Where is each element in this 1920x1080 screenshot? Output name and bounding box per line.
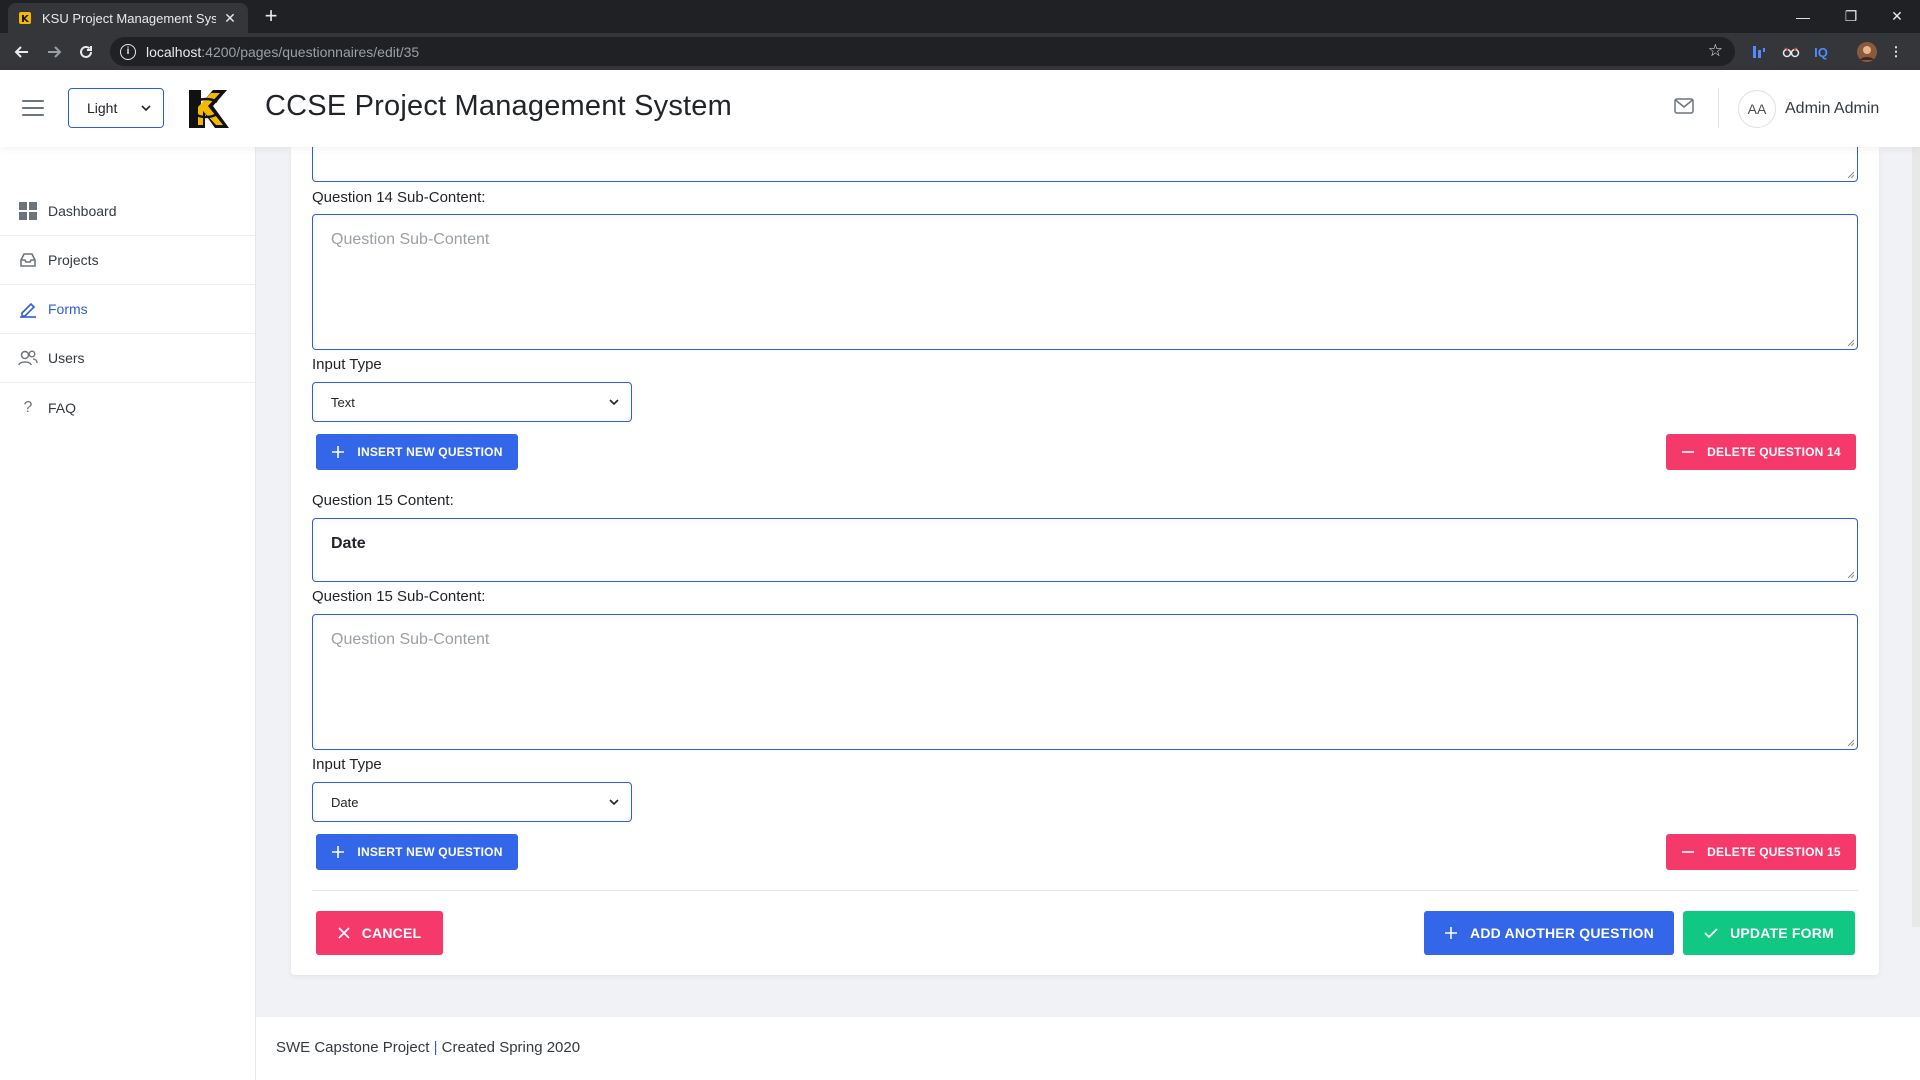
button-label: DELETE QUESTION 14 <box>1707 445 1841 459</box>
pencil-icon <box>18 299 38 319</box>
button-label: ADD ANOTHER QUESTION <box>1470 925 1654 941</box>
question-15-input-type-select[interactable]: Date <box>312 782 632 822</box>
footer: SWE Capstone Project | Created Spring 20… <box>256 1017 1920 1080</box>
inbox-icon <box>18 250 38 270</box>
browser-toolbar: i localhost:4200/pages/questionnaires/ed… <box>0 33 1920 70</box>
plus-icon <box>1444 926 1458 940</box>
theme-select[interactable]: Light <box>68 88 164 128</box>
page-scrollbar[interactable] <box>1912 147 1920 927</box>
close-icon <box>338 927 350 939</box>
minus-icon <box>1681 445 1695 459</box>
ksu-logo <box>183 84 233 134</box>
form-divider <box>312 890 1858 891</box>
browser-menu-icon[interactable]: ⋮ <box>1888 41 1904 63</box>
sidebar-item-projects[interactable]: Projects <box>0 236 255 285</box>
header-divider <box>1718 88 1719 128</box>
textarea-placeholder: Question Sub-Content <box>331 231 490 248</box>
footer-separator: | <box>433 1039 438 1056</box>
bookmark-star-icon[interactable]: ☆ <box>1708 41 1723 61</box>
theme-select-value: Light <box>87 100 118 116</box>
users-icon <box>18 348 38 368</box>
question-15-content-label: Question 15 Content: <box>312 492 454 509</box>
forward-icon[interactable] <box>41 39 67 65</box>
question-14-input-type-label: Input Type <box>312 356 382 373</box>
update-form-button[interactable]: UPDATE FORM <box>1683 911 1855 955</box>
button-label: DELETE QUESTION 15 <box>1707 845 1841 859</box>
sidebar-item-users[interactable]: Users <box>0 334 255 383</box>
tab-close-icon[interactable]: ✕ <box>222 10 238 27</box>
resize-grip-icon <box>1847 339 1855 347</box>
ksu-favicon-icon: K <box>18 11 32 25</box>
question-14-sub-label: Question 14 Sub-Content: <box>312 189 486 206</box>
check-icon <box>1704 927 1718 939</box>
sidebar-item-faq[interactable]: ? FAQ <box>0 383 255 432</box>
question-15-content-textarea[interactable]: Date <box>312 518 1858 582</box>
cancel-button[interactable]: CANCEL <box>316 911 443 955</box>
user-name[interactable]: Admin Admin <box>1785 100 1879 118</box>
plus-icon <box>331 845 345 859</box>
address-bar[interactable]: i localhost:4200/pages/questionnaires/ed… <box>110 37 1735 66</box>
svg-text:K: K <box>21 14 30 25</box>
avatar[interactable]: AA <box>1738 90 1776 128</box>
button-label: UPDATE FORM <box>1730 925 1834 941</box>
chevron-down-icon <box>609 799 619 805</box>
window-close-icon[interactable]: ✕ <box>1874 0 1920 33</box>
grid-icon <box>18 201 38 221</box>
footer-created: Created Spring 2020 <box>441 1039 581 1056</box>
reload-icon[interactable] <box>73 39 99 65</box>
sidebar-item-label: Forms <box>48 301 88 317</box>
sidebar: Dashboard Projects Forms Users ? FAQ <box>0 147 256 1080</box>
app-title: CCSE Project Management System <box>265 90 732 122</box>
restore-icon[interactable]: ❐ <box>1828 0 1874 33</box>
question-15-sub-label: Question 15 Sub-Content: <box>312 588 486 605</box>
plus-icon <box>331 445 345 459</box>
question-15-input-type-label: Input Type <box>312 756 382 773</box>
resize-grip-icon <box>1847 171 1855 179</box>
sidebar-item-label: Dashboard <box>48 203 117 219</box>
chevron-down-icon <box>141 105 151 111</box>
button-label: INSERT NEW QUESTION <box>357 845 503 859</box>
question-14-sub-content-textarea[interactable]: Question Sub-Content <box>312 214 1858 350</box>
sidebar-item-label: Users <box>48 350 85 366</box>
tab-title: KSU Project Management Syster <box>42 10 216 26</box>
extension-glasses-icon[interactable] <box>1780 41 1802 63</box>
menu-toggle-icon[interactable] <box>22 100 44 116</box>
insert-new-question-button[interactable]: INSERT NEW QUESTION <box>316 834 518 870</box>
extension-bars-icon[interactable] <box>1750 41 1768 63</box>
url-path: :4200/pages/questionnaires/edit/35 <box>201 43 420 60</box>
sidebar-item-label: Projects <box>48 252 99 268</box>
sidebar-item-forms[interactable]: Forms <box>0 285 255 334</box>
site-info-icon[interactable]: i <box>120 43 136 60</box>
textarea-placeholder: Question Sub-Content <box>331 631 490 648</box>
question-15-sub-content-textarea[interactable]: Question Sub-Content <box>312 614 1858 750</box>
textarea-value: Date <box>331 535 366 552</box>
question-14-input-type-select[interactable]: Text <box>312 382 632 422</box>
button-label: INSERT NEW QUESTION <box>357 445 503 459</box>
minus-icon <box>1681 845 1695 859</box>
question-mark-icon: ? <box>23 398 33 416</box>
profile-avatar-icon[interactable] <box>1856 41 1878 63</box>
mail-icon[interactable] <box>1674 98 1694 114</box>
select-value: Date <box>331 794 359 810</box>
back-icon[interactable] <box>9 39 35 65</box>
browser-tab[interactable]: K KSU Project Management Syster ✕ <box>8 3 248 33</box>
add-another-question-button[interactable]: ADD ANOTHER QUESTION <box>1424 911 1674 955</box>
button-label: CANCEL <box>361 925 422 941</box>
minimize-icon[interactable]: — <box>1780 0 1826 33</box>
delete-question-15-button[interactable]: DELETE QUESTION 15 <box>1666 834 1856 870</box>
app-header: Light CCSE Project Management System AA … <box>0 70 1920 147</box>
new-tab-icon[interactable]: + <box>258 4 284 30</box>
url-host: localhost <box>146 43 202 60</box>
sidebar-item-label: FAQ <box>48 399 77 416</box>
resize-grip-icon <box>1847 571 1855 579</box>
delete-question-14-button[interactable]: DELETE QUESTION 14 <box>1666 434 1856 470</box>
select-value: Text <box>331 394 355 410</box>
resize-grip-icon <box>1847 739 1855 747</box>
extension-iq-icon[interactable]: IQ <box>1810 41 1832 63</box>
sidebar-item-dashboard[interactable]: Dashboard <box>0 187 255 236</box>
footer-project: SWE Capstone Project <box>276 1039 430 1056</box>
browser-tabstrip: K KSU Project Management Syster ✕ + — ❐ … <box>0 0 1920 33</box>
chevron-down-icon <box>609 399 619 405</box>
insert-new-question-button[interactable]: INSERT NEW QUESTION <box>316 434 518 470</box>
